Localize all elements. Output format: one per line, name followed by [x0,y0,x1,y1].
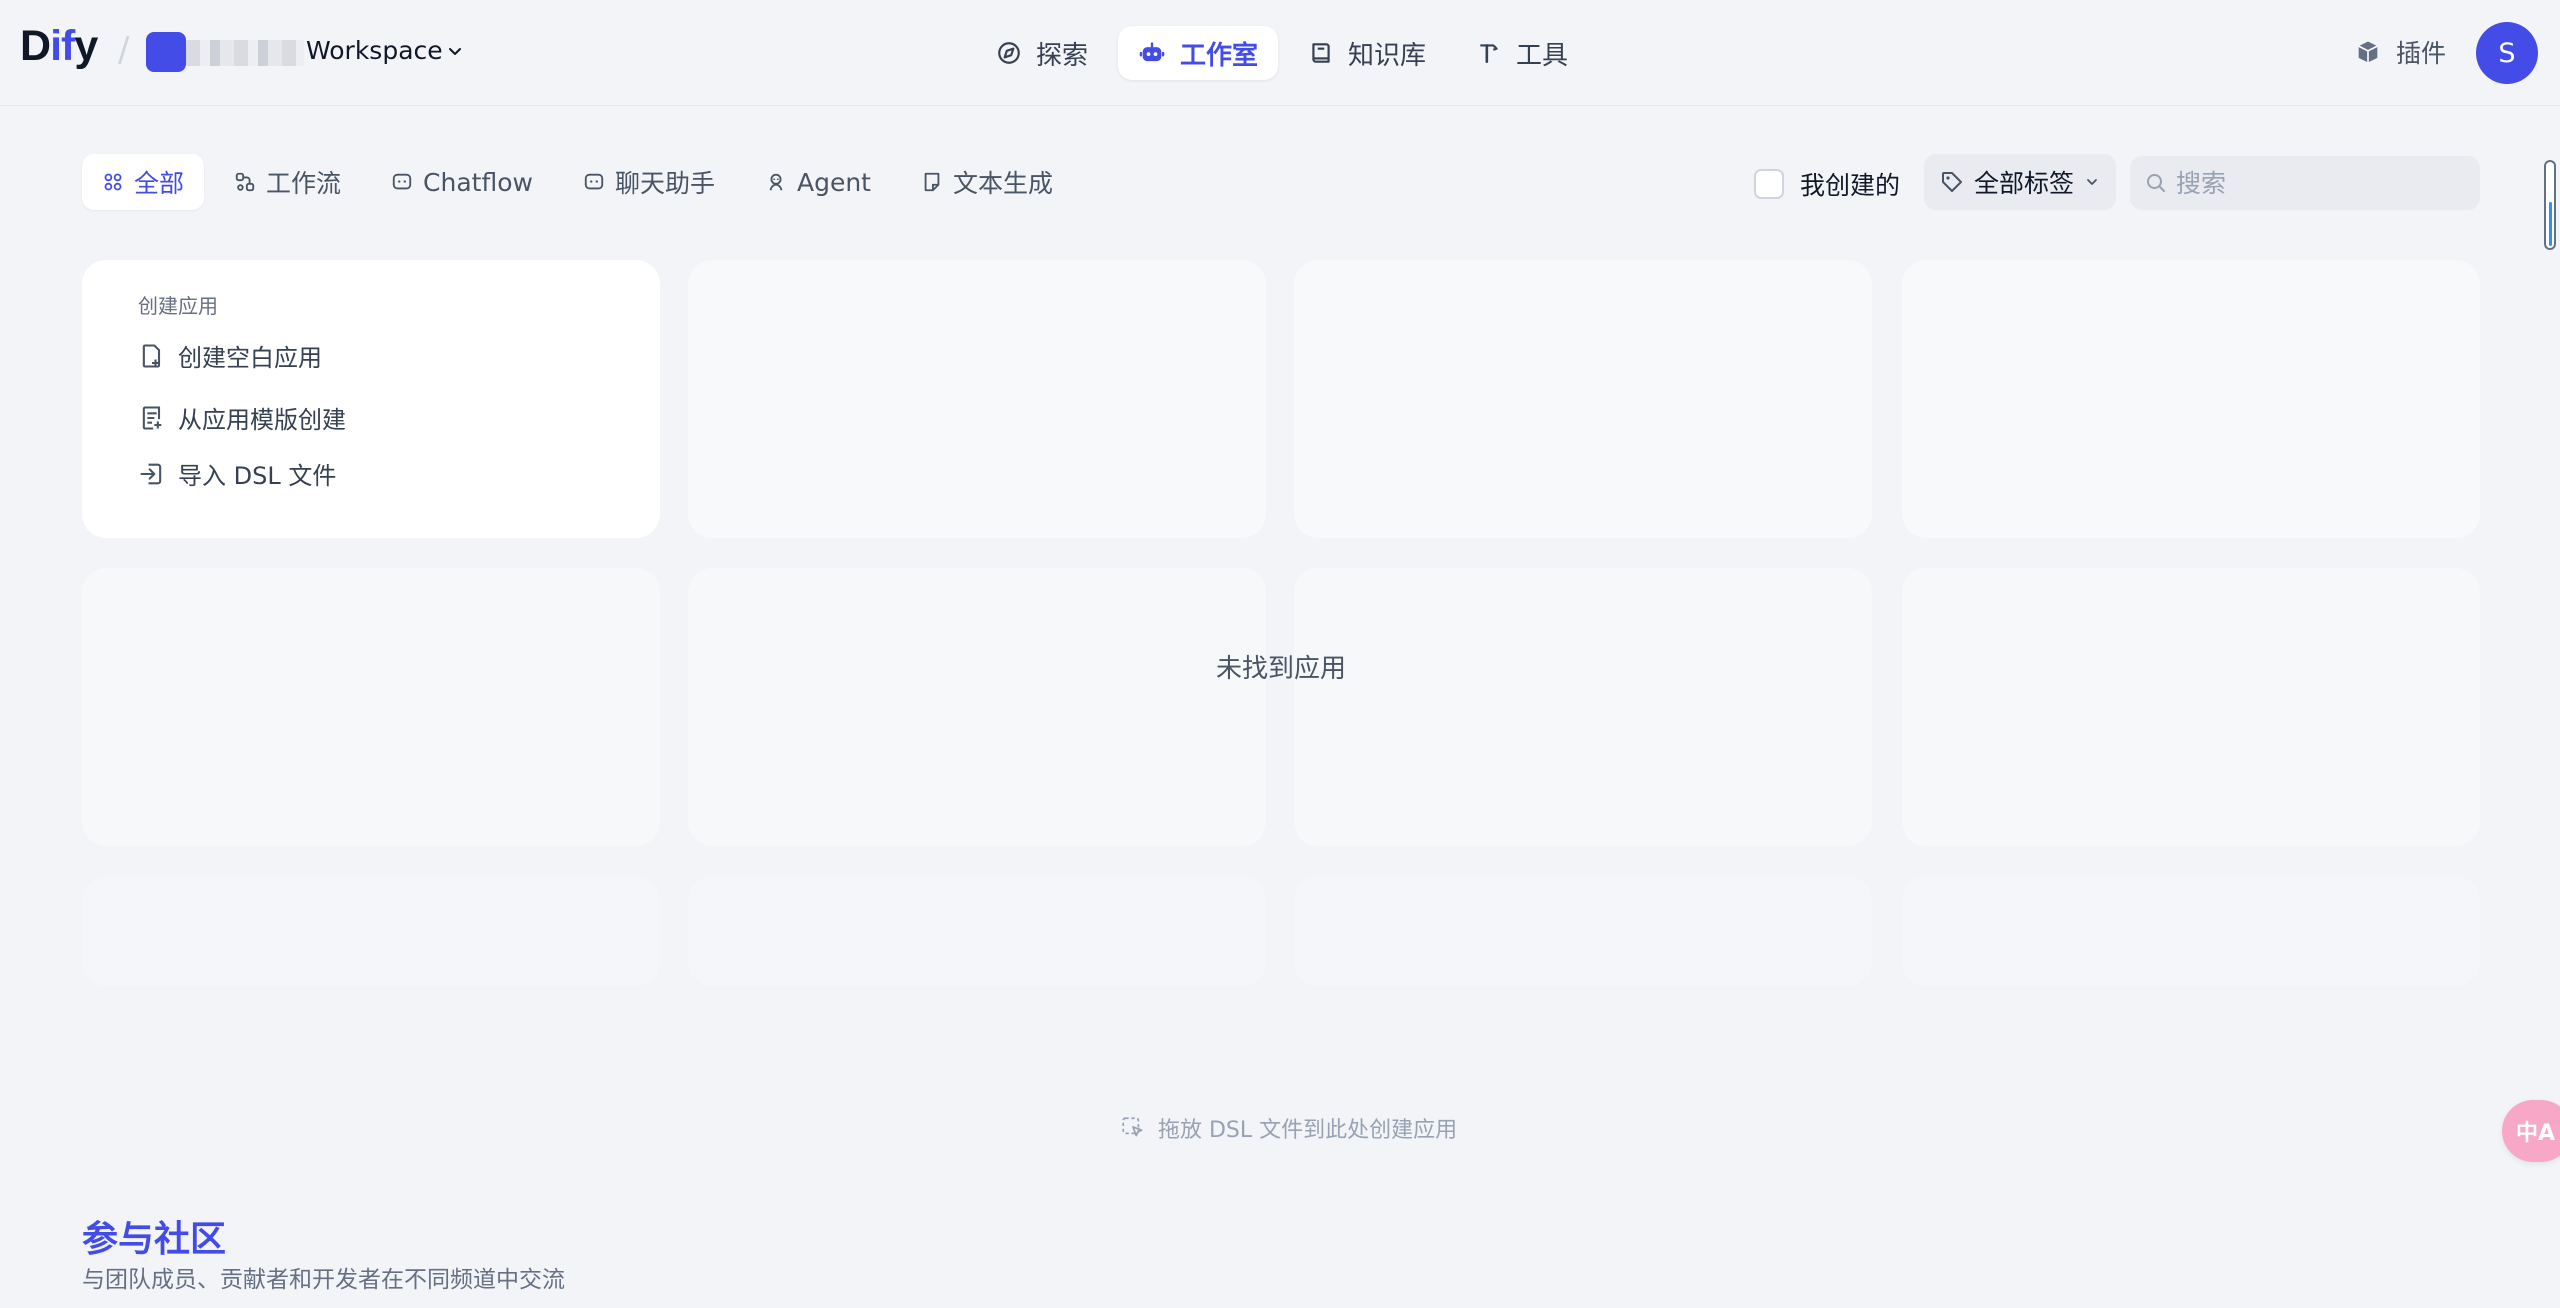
import-icon [138,460,166,488]
drag-drop-icon [1120,1115,1146,1141]
created-by-me-filter[interactable]: 我创建的 [1754,166,1900,202]
nav-tools-label: 工具 [1516,40,1569,71]
tab-agent-label: Agent [796,167,871,197]
create-app-card: 创建应用 创建空白应用 从应用模版创建 导入 DSL 文件 [82,260,660,538]
book-icon [1308,40,1334,66]
tab-workflow-label: 工作流 [266,169,342,198]
dsl-drop-hint: 拖放 DSL 文件到此处创建应用 [1120,1112,1457,1144]
placeholder-card [1294,568,1872,846]
tab-chatflow-label: Chatflow [423,167,533,197]
scrollbar[interactable] [2544,160,2556,250]
create-app-title: 创建应用 [138,294,218,318]
create-from-template-label: 从应用模版创建 [178,406,346,434]
translate-icon: 中A [2516,1121,2556,1146]
tab-completion-label: 文本生成 [952,169,1053,198]
translate-button[interactable]: 中A [2502,1100,2560,1162]
top-header: Dify / Workspace 探索 工作室 知识库 工具 插件 S [0,0,2560,106]
cube-icon [2354,38,2382,66]
template-icon [138,404,166,432]
file-plus-icon [138,342,166,370]
tab-all-label: 全部 [134,169,185,198]
tab-chatflow[interactable]: Chatflow [371,154,553,210]
grid-icon [102,171,124,193]
compass-icon [996,40,1022,66]
agent-icon [765,171,787,193]
chat-bubble-icon [583,171,605,193]
create-from-template-button[interactable]: 从应用模版创建 [138,400,346,435]
chevron-down-icon [2084,174,2100,190]
workspace-label: Workspace [306,36,443,65]
placeholder-card [1294,876,1872,986]
workspace-avatar[interactable] [146,32,186,72]
robot-icon [1138,39,1166,67]
tab-chatbot-label: 聊天助手 [614,169,715,198]
create-blank-app-button[interactable]: 创建空白应用 [138,338,322,373]
placeholder-card [1902,260,2480,538]
placeholder-card [1294,260,1872,538]
tab-all[interactable]: 全部 [82,154,205,210]
workflow-icon [234,171,256,193]
placeholder-card [82,876,660,986]
chevron-down-icon [447,43,463,59]
placeholder-card [82,568,660,846]
tag-icon [1940,170,1964,194]
empty-state-text: 未找到应用 [1215,654,1346,684]
placeholder-card [1902,568,2480,846]
create-blank-app-label: 创建空白应用 [178,344,322,372]
chat-bubble-icon [391,171,413,193]
tab-completion[interactable]: 文本生成 [901,154,1073,210]
community-subtitle: 与团队成员、贡献者和开发者在不同频道中交流 [82,1267,565,1293]
hammer-icon [1476,40,1502,66]
plugins-label: 插件 [2396,39,2447,68]
app-type-tabs: 全部 工作流 Chatflow 聊天助手 Agent 文本生成 [82,154,1073,210]
placeholder-card [688,568,1266,846]
tab-agent[interactable]: Agent [745,154,891,210]
document-icon [921,171,943,193]
search-icon [2144,171,2168,195]
dify-logo[interactable]: Dify [20,22,98,71]
nav-knowledge-label: 知识库 [1348,40,1427,71]
created-by-me-checkbox[interactable] [1754,169,1784,199]
import-dsl-button[interactable]: 导入 DSL 文件 [138,456,336,491]
workspace-switcher[interactable]: Workspace [306,36,463,65]
tab-workflow[interactable]: 工作流 [214,154,361,210]
nav-knowledge[interactable]: 知识库 [1288,26,1446,80]
nav-studio-label: 工作室 [1180,40,1259,71]
placeholder-card [688,876,1266,986]
tag-filter-select[interactable]: 全部标签 [1924,154,2116,210]
import-dsl-label: 导入 DSL 文件 [178,462,337,490]
plugins-button[interactable]: 插件 [2354,32,2446,72]
nav-studio[interactable]: 工作室 [1118,26,1279,80]
placeholder-card [688,260,1266,538]
search-input[interactable] [2176,168,2466,198]
placeholder-card [1902,876,2480,986]
search-box[interactable] [2130,156,2480,210]
nav-explore-label: 探索 [1036,40,1089,71]
main-nav: 探索 工作室 知识库 工具 [976,26,1588,80]
user-avatar[interactable]: S [2476,22,2538,84]
community-title: 参与社区 [82,1219,227,1260]
nav-tools[interactable]: 工具 [1456,26,1588,80]
created-by-me-label: 我创建的 [1800,171,1901,200]
breadcrumb-separator: / [118,30,130,70]
tab-chatbot[interactable]: 聊天助手 [563,154,735,210]
nav-explore[interactable]: 探索 [976,26,1108,80]
workspace-name-redacted [186,40,304,66]
dsl-drop-hint-label: 拖放 DSL 文件到此处创建应用 [1158,1118,1458,1143]
tag-filter-label: 全部标签 [1974,169,2075,198]
